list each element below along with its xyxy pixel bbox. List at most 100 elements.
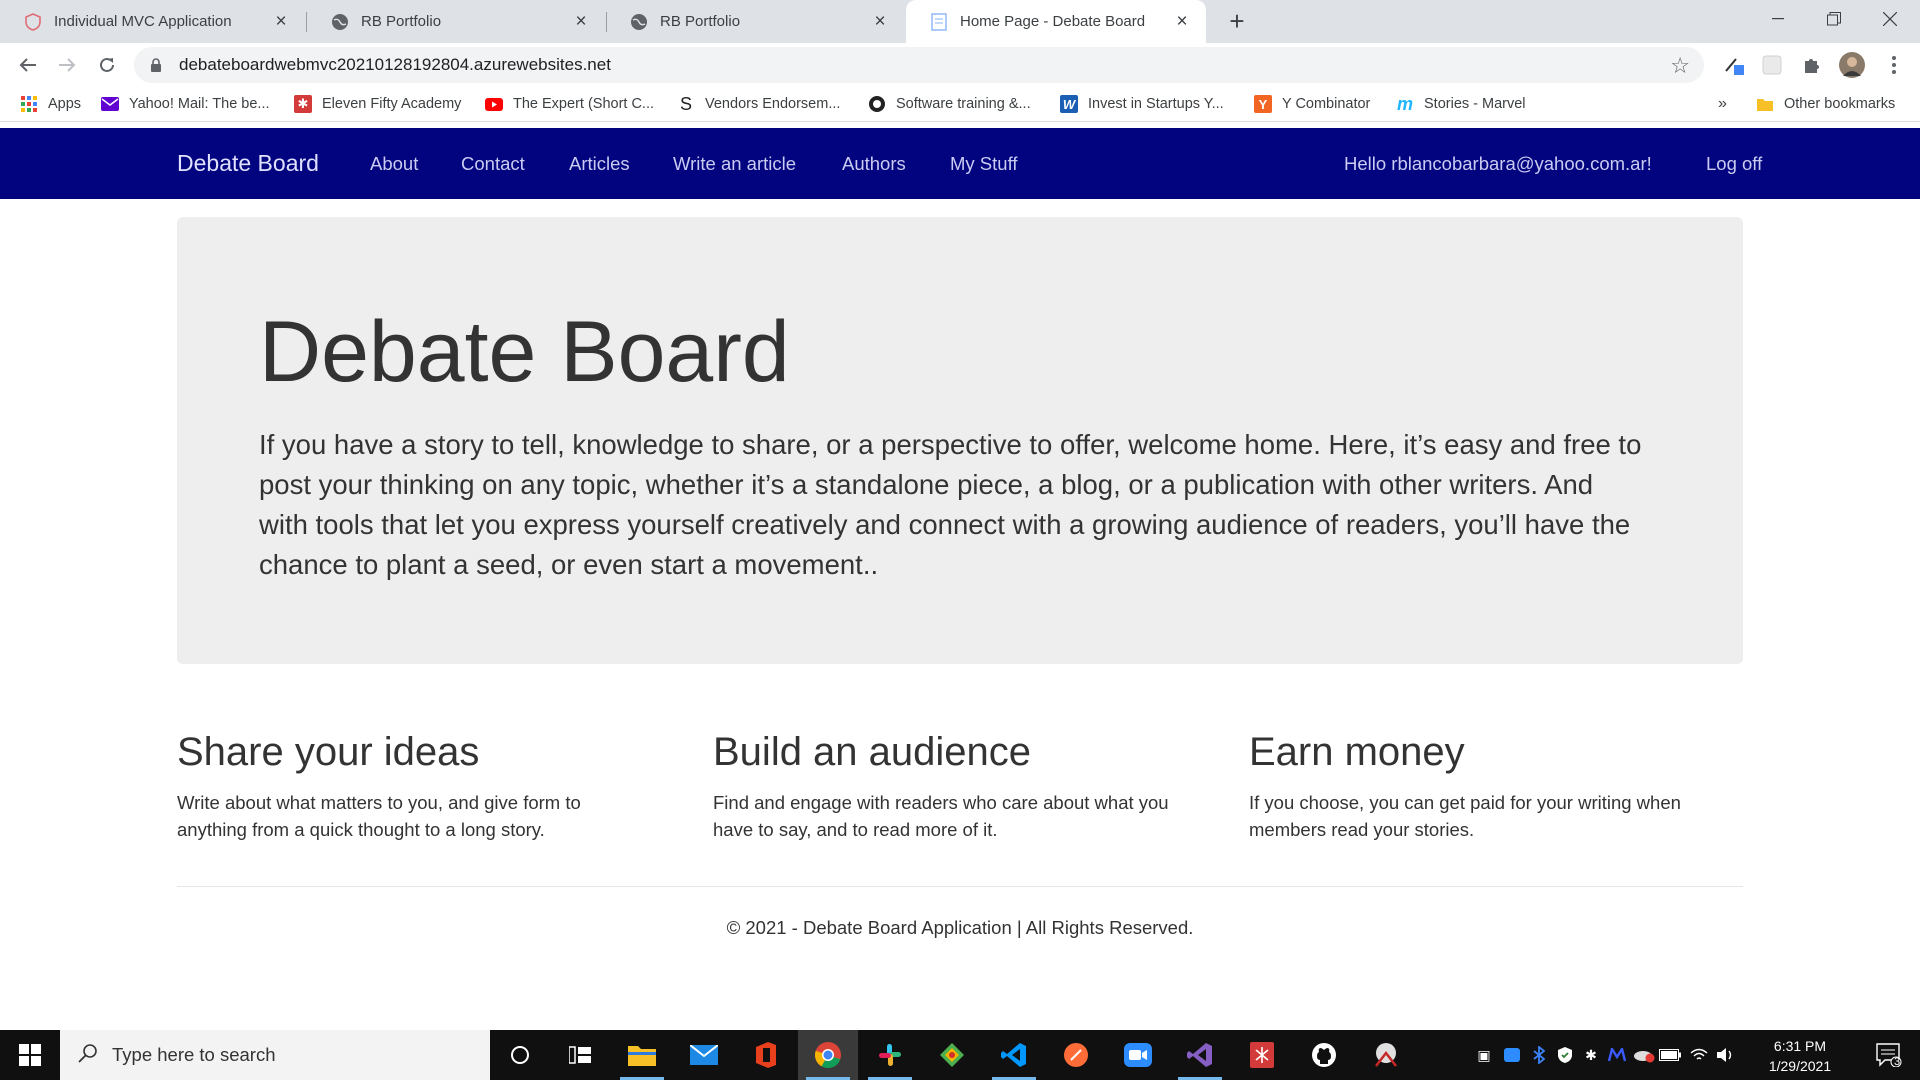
feature-text: If you choose, you can get paid for your… [1249,792,1681,840]
site-navbar: Debate Board About Contact Articles Writ… [0,128,1920,199]
extensions-puzzle-icon[interactable] [1798,51,1826,79]
bookmark-label: Y Combinator [1282,96,1371,112]
feature-earn-money: Earn money If you choose, you can get pa… [1249,730,1719,843]
vscode-icon[interactable] [984,1030,1044,1080]
tab-close-icon[interactable]: × [571,11,591,32]
visual-studio-icon[interactable] [1170,1030,1230,1080]
slack-tray-icon[interactable]: ✱ [1580,1030,1602,1080]
page-viewport: Debate Board About Contact Articles Writ… [0,128,1920,1030]
bookmark-label: The Expert (Short C... [513,96,655,112]
nav-link-about[interactable]: About [370,153,418,175]
tab-title: RB Portfolio [361,13,442,30]
mail-icon[interactable] [674,1030,734,1080]
action-center-icon[interactable]: 3 [1864,1030,1914,1080]
security-shield-icon[interactable] [1554,1030,1576,1080]
browser-tab[interactable]: Individual MVC Application × [0,0,305,43]
more-bookmarks-chevron-icon[interactable]: » [1718,93,1727,115]
extension-pen-icon[interactable] [1720,51,1748,79]
extension-square-icon[interactable] [1758,51,1786,79]
browser-tab[interactable]: RB Portfolio × [307,0,605,43]
bookmark-label: Other bookmarks [1784,96,1896,112]
browser-toolbar: debateboardwebmvc20210128192804.azureweb… [0,43,1920,86]
bookmark-label: Yahoo! Mail: The be... [129,96,270,112]
bookmark-yahoo-mail[interactable]: Yahoo! Mail: The be... [101,93,270,115]
bookmark-other-folder[interactable]: Other bookmarks [1756,93,1895,115]
nav-link-my-stuff[interactable]: My Stuff [950,153,1018,175]
gitkraken-icon[interactable] [922,1030,982,1080]
w-logo-icon: W [1060,95,1078,113]
zoom-icon[interactable] [1108,1030,1168,1080]
folder-icon [1756,95,1774,113]
site-brand-link[interactable]: Debate Board [177,150,319,177]
tab-close-icon[interactable]: × [1172,11,1192,32]
profile-avatar[interactable] [1838,51,1866,79]
file-explorer-icon[interactable] [612,1030,672,1080]
minimize-icon[interactable] [1750,0,1806,38]
bluetooth-icon[interactable] [1528,1030,1550,1080]
close-window-icon[interactable] [1862,0,1918,38]
browser-menu-icon[interactable] [1880,51,1908,79]
hero-text: If you have a story to tell, knowledge t… [259,429,1642,580]
bookmark-eleven-fifty[interactable]: ✱ Eleven Fifty Academy [294,93,461,115]
bookmark-star-icon[interactable]: ☆ [1670,53,1690,79]
eleven-fifty-icon: ✱ [294,95,312,113]
nav-link-write-article[interactable]: Write an article [673,153,796,175]
bookmark-the-expert[interactable]: The Expert (Short C... [485,93,654,115]
bookmark-label: Eleven Fifty Academy [322,96,462,112]
yahoo-mail-icon [101,95,119,113]
taskbar-search-box[interactable]: Type here to search [60,1030,490,1080]
snipping-tool-icon[interactable] [1356,1030,1416,1080]
hero-title: Debate Board [259,304,790,400]
nav-link-articles[interactable]: Articles [569,153,630,175]
bookmark-invest-startups[interactable]: W Invest in Startups Y... [1060,93,1224,115]
chrome-icon[interactable] [798,1030,858,1080]
reload-icon[interactable] [91,49,123,81]
search-icon [78,1043,98,1068]
tab-close-icon[interactable]: × [870,11,890,32]
postman-icon[interactable] [1046,1030,1106,1080]
cortana-icon[interactable] [490,1030,550,1080]
nav-link-authors[interactable]: Authors [842,153,906,175]
meet-now-icon[interactable]: ▣ [1472,1030,1496,1080]
slack-icon[interactable] [860,1030,920,1080]
github-icon[interactable] [1294,1030,1354,1080]
browser-tab[interactable]: RB Portfolio × [606,0,904,43]
office-icon[interactable] [736,1030,796,1080]
onedrive-error-icon[interactable] [1632,1030,1656,1080]
restore-icon[interactable] [1806,0,1862,38]
volume-icon[interactable] [1714,1030,1736,1080]
bookmark-apps[interactable]: Apps [20,93,81,115]
feature-title: Build an audience [713,730,1032,774]
battery-icon[interactable] [1658,1030,1682,1080]
tab-title: RB Portfolio [660,13,741,30]
malwarebytes-icon[interactable] [1606,1030,1628,1080]
address-bar[interactable]: debateboardwebmvc20210128192804.azureweb… [134,47,1704,83]
bookmark-label: Invest in Startups Y... [1088,96,1224,112]
task-view-icon[interactable] [550,1030,610,1080]
hero-jumbotron: Debate Board If you have a story to tell… [177,217,1743,664]
log-off-link[interactable]: Log off [1706,153,1762,175]
user-greeting-link[interactable]: Hello rblancobarbara@yahoo.com.ar! [1344,153,1652,175]
taskbar-clock[interactable]: 6:31 PM 1/29/2021 [1750,1036,1850,1076]
bookmark-label: Software training &... [896,96,1031,112]
new-tab-button[interactable]: + [1222,6,1252,36]
globe-favicon-icon [331,13,349,31]
bookmark-software-training[interactable]: Software training &... [868,93,1031,115]
windows-taskbar: Type here to search ▣ ✱ 6:31 PM 1/29/202… [0,1030,1920,1080]
browser-tab-active[interactable]: Home Page - Debate Board × [906,0,1206,43]
bookmark-vendors[interactable]: S Vendors Endorsem... [677,93,840,115]
zoom-tray-icon[interactable] [1500,1030,1524,1080]
feature-title: Earn money [1249,730,1465,774]
nav-link-contact[interactable]: Contact [461,153,525,175]
windows-start-icon[interactable] [0,1030,60,1080]
back-arrow-icon[interactable] [12,49,44,81]
feature-share-ideas: Share your ideas Write about what matter… [177,730,647,843]
feature-text: Write about what matters to you, and giv… [177,792,581,840]
bookmark-y-combinator[interactable]: Y Y Combinator [1254,93,1370,115]
bookmark-marvel[interactable]: m Stories - Marvel [1396,93,1526,115]
eleven-fifty-app-icon[interactable] [1232,1030,1292,1080]
tab-close-icon[interactable]: × [271,11,291,32]
wifi-icon[interactable] [1688,1030,1710,1080]
page-favicon-icon [930,12,948,31]
forward-arrow-icon[interactable] [51,49,83,81]
